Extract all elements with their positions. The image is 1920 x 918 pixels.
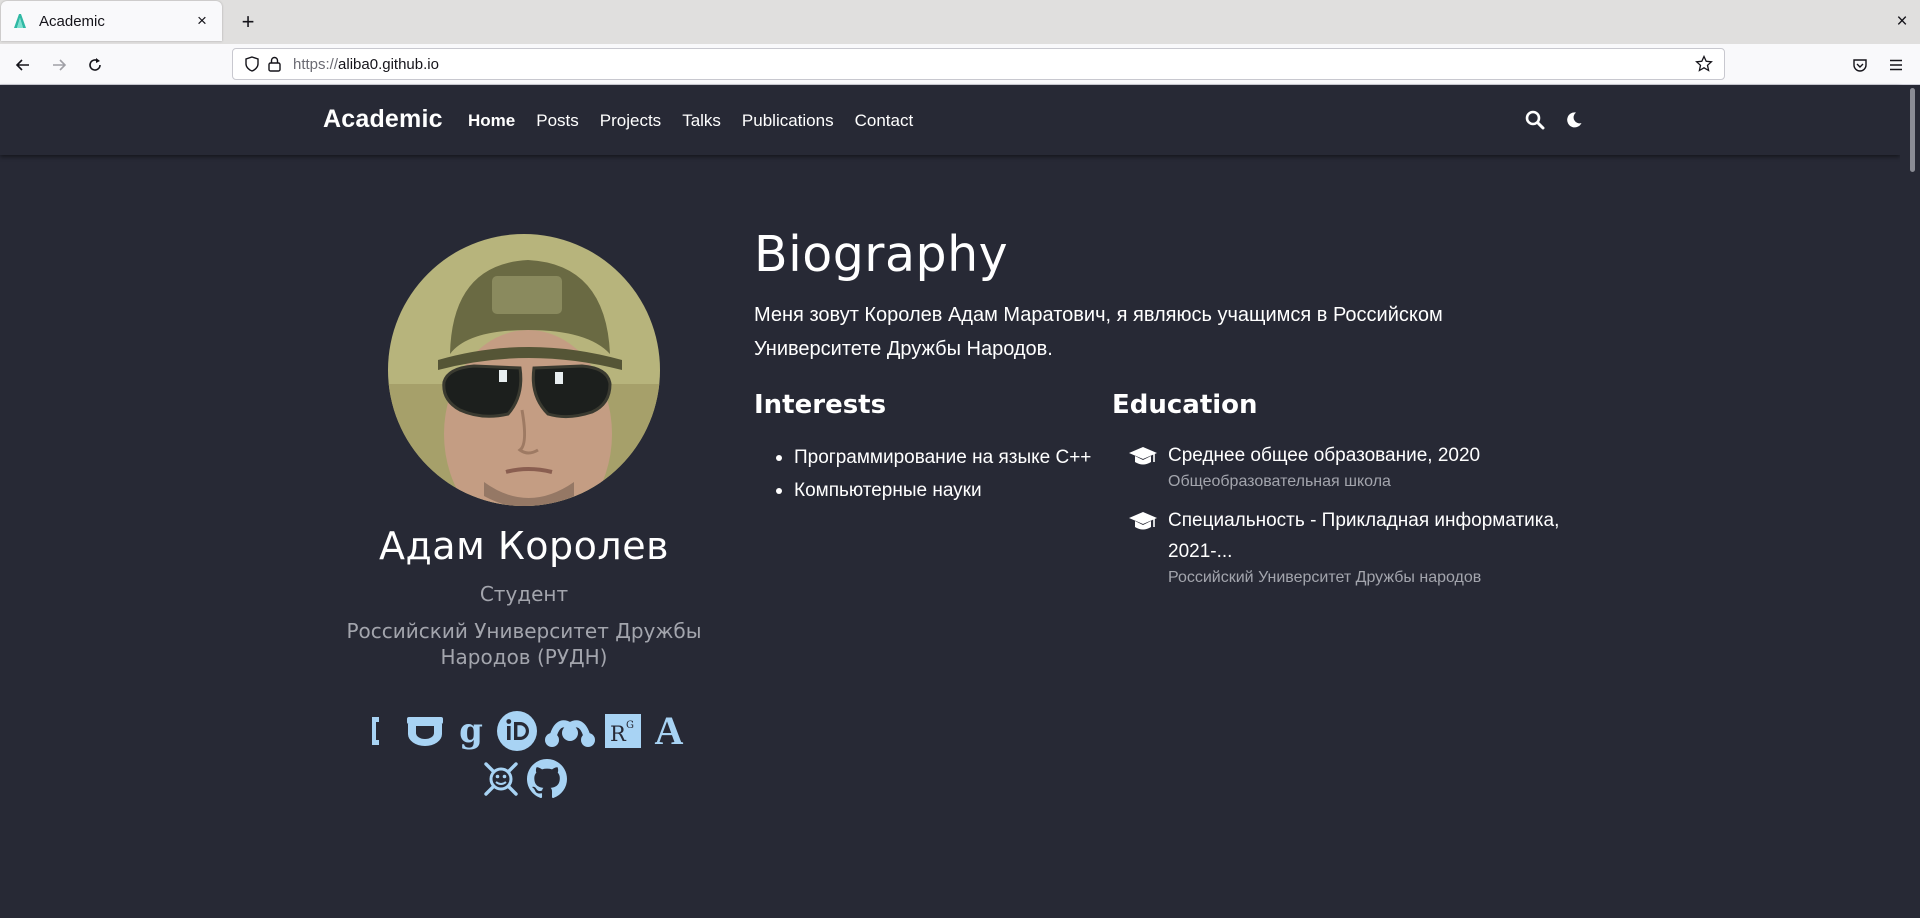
nav-link-contact[interactable]: Contact xyxy=(855,111,914,131)
education-institution: Общеобразовательная школа xyxy=(1168,473,1391,490)
lock-icon[interactable] xyxy=(263,53,285,75)
tab-title: Academic xyxy=(39,12,105,30)
bookmark-star-icon[interactable] xyxy=(1692,52,1716,76)
browser-tab[interactable]: Academic × xyxy=(1,1,222,41)
svg-text:G: G xyxy=(626,720,634,731)
url-host: aliba0.github.io xyxy=(338,55,439,73)
google-scholar-icon[interactable]: g xyxy=(450,710,492,752)
biography-text: Меня зовут Королев Адам Маратович, я явл… xyxy=(754,304,1443,360)
education-degree: Среднее общее образование, 2020 xyxy=(1168,445,1481,466)
list-item: Среднее общее образование, 2020 Общеобра… xyxy=(1112,440,1572,493)
pocket-icon xyxy=(1853,59,1867,72)
url-protocol: https:// xyxy=(293,55,339,73)
biography-title: Biography xyxy=(754,226,1009,283)
svg-text:R: R xyxy=(610,722,627,746)
back-button[interactable] xyxy=(8,50,38,80)
page-scrollbar-thumb[interactable] xyxy=(1910,88,1915,172)
site-brand[interactable]: Academic xyxy=(323,105,443,134)
interests-list: Программирование на языке C++ Компьютерн… xyxy=(754,442,1094,508)
new-tab-button[interactable]: + xyxy=(234,8,262,36)
avatar xyxy=(388,234,660,506)
academic-favicon-icon xyxy=(11,12,29,30)
email-icon[interactable] xyxy=(358,710,400,752)
site-main-menu: Home Posts Projects Talks Publications C… xyxy=(468,111,934,131)
nav-link-projects[interactable]: Projects xyxy=(600,111,661,131)
list-item: Программирование на языке C++ xyxy=(754,442,1094,473)
shield-icon[interactable] xyxy=(241,53,263,75)
academia-icon[interactable]: A xyxy=(648,710,690,752)
arrow-right-icon xyxy=(53,59,67,71)
nav-link-home[interactable]: Home xyxy=(468,111,515,131)
education-title: Education xyxy=(1112,390,1258,420)
pocket-button[interactable] xyxy=(1845,50,1875,80)
app-menu-button[interactable] xyxy=(1881,50,1911,80)
nav-link-posts[interactable]: Posts xyxy=(536,111,579,131)
education-degree: Специальность - Прикладная информатика, … xyxy=(1168,510,1560,562)
forward-button[interactable] xyxy=(44,50,74,80)
window-close-button[interactable]: × xyxy=(1890,8,1914,36)
list-item: Компьютерные науки xyxy=(754,475,1094,506)
moon-icon[interactable] xyxy=(1561,107,1587,133)
search-icon[interactable] xyxy=(1522,107,1548,133)
nav-link-publications[interactable]: Publications xyxy=(742,111,834,131)
github-icon[interactable] xyxy=(526,758,568,800)
graduation-cap-icon xyxy=(1129,447,1157,465)
profile-organization: Российский Университет Дружбы Народов (Р… xyxy=(346,619,702,669)
browser-navigation-bar: https://aliba0.github.io xyxy=(0,44,1920,85)
arrow-left-icon xyxy=(15,59,29,71)
social-links: g RG A xyxy=(336,710,712,800)
education-list: Среднее общее образование, 2020 Общеобра… xyxy=(1112,440,1572,601)
interests-title: Interests xyxy=(754,390,887,420)
hacker-icon[interactable] xyxy=(480,758,522,800)
reload-button[interactable] xyxy=(80,50,110,80)
profile-name: Адам Королев xyxy=(379,524,669,568)
orcid-icon[interactable] xyxy=(496,710,538,752)
profile-role: Студент xyxy=(479,582,569,606)
researchgate-icon[interactable]: RG xyxy=(602,710,644,752)
hamburger-menu-icon xyxy=(1890,59,1902,71)
twitter-icon[interactable] xyxy=(404,710,446,752)
reload-icon xyxy=(89,58,101,71)
site-header: Academic Home Posts Projects Talks Publi… xyxy=(0,85,1900,155)
mendeley-icon[interactable] xyxy=(542,710,598,752)
list-item: Специальность - Прикладная информатика, … xyxy=(1112,505,1572,589)
browser-tab-bar: Academic × + × xyxy=(0,0,1920,44)
url-bar[interactable]: https://aliba0.github.io xyxy=(232,48,1725,80)
tab-close-icon[interactable]: × xyxy=(192,11,212,31)
graduation-cap-icon xyxy=(1129,512,1157,530)
page-scrollbar-track[interactable] xyxy=(1900,85,1920,918)
education-institution: Российский Университет Дружбы народов xyxy=(1168,569,1482,586)
url-text[interactable]: https://aliba0.github.io xyxy=(293,56,1692,73)
nav-link-talks[interactable]: Talks xyxy=(682,111,721,131)
